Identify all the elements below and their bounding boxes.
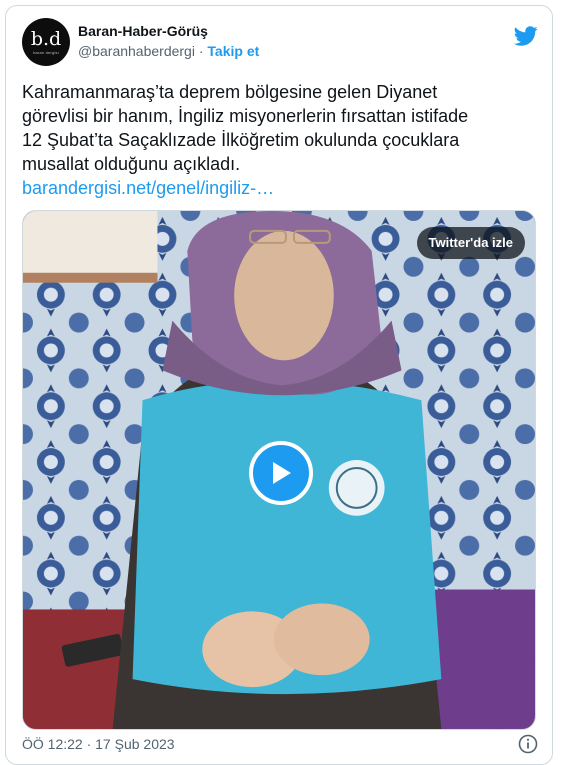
video-thumbnail[interactable]: Twitter'da izle xyxy=(22,210,536,730)
account-handle[interactable]: @baranhaberdergi xyxy=(78,43,195,59)
tweet-link[interactable]: barandergisi.net/genel/ingiliz-… xyxy=(22,176,538,200)
tweet-text: Kahramanmaraş’ta deprem bölgesine gelen … xyxy=(22,80,538,200)
tweet-timestamp[interactable]: ÖÖ 12:22 · 17 Şub 2023 xyxy=(22,736,175,752)
avatar[interactable]: b.d baran dergisi xyxy=(22,18,70,66)
twitter-bird-icon[interactable] xyxy=(514,24,538,48)
tweet-card: b.d baran dergisi Baran-Haber-Görüş @bar… xyxy=(5,5,553,765)
watch-on-twitter-button[interactable]: Twitter'da izle xyxy=(416,227,525,259)
follow-button[interactable]: Takip et xyxy=(207,43,259,59)
play-button[interactable] xyxy=(249,441,313,505)
tweet-line-3: 12 Şubat’ta Saçaklızade İlköğretim okulu… xyxy=(22,130,460,150)
tweet-line-4: musallat olduğunu açıkladı. xyxy=(22,154,241,174)
info-icon[interactable] xyxy=(518,734,538,754)
handle-row: @baranhaberdergi · Takip et xyxy=(78,43,259,59)
handle-separator: · xyxy=(198,43,204,59)
play-icon xyxy=(273,462,291,484)
tweet-line-2: görevlisi bir hanım, İngiliz misyonerler… xyxy=(22,106,469,126)
avatar-subtext: baran dergisi xyxy=(33,49,59,55)
tweet-header: b.d baran dergisi Baran-Haber-Görüş @bar… xyxy=(22,18,538,66)
avatar-monogram: b.d xyxy=(30,27,62,50)
tweet-line-1: Kahramanmaraş’ta deprem bölgesine gelen … xyxy=(22,82,438,102)
account-name[interactable]: Baran-Haber-Görüş xyxy=(78,23,208,39)
